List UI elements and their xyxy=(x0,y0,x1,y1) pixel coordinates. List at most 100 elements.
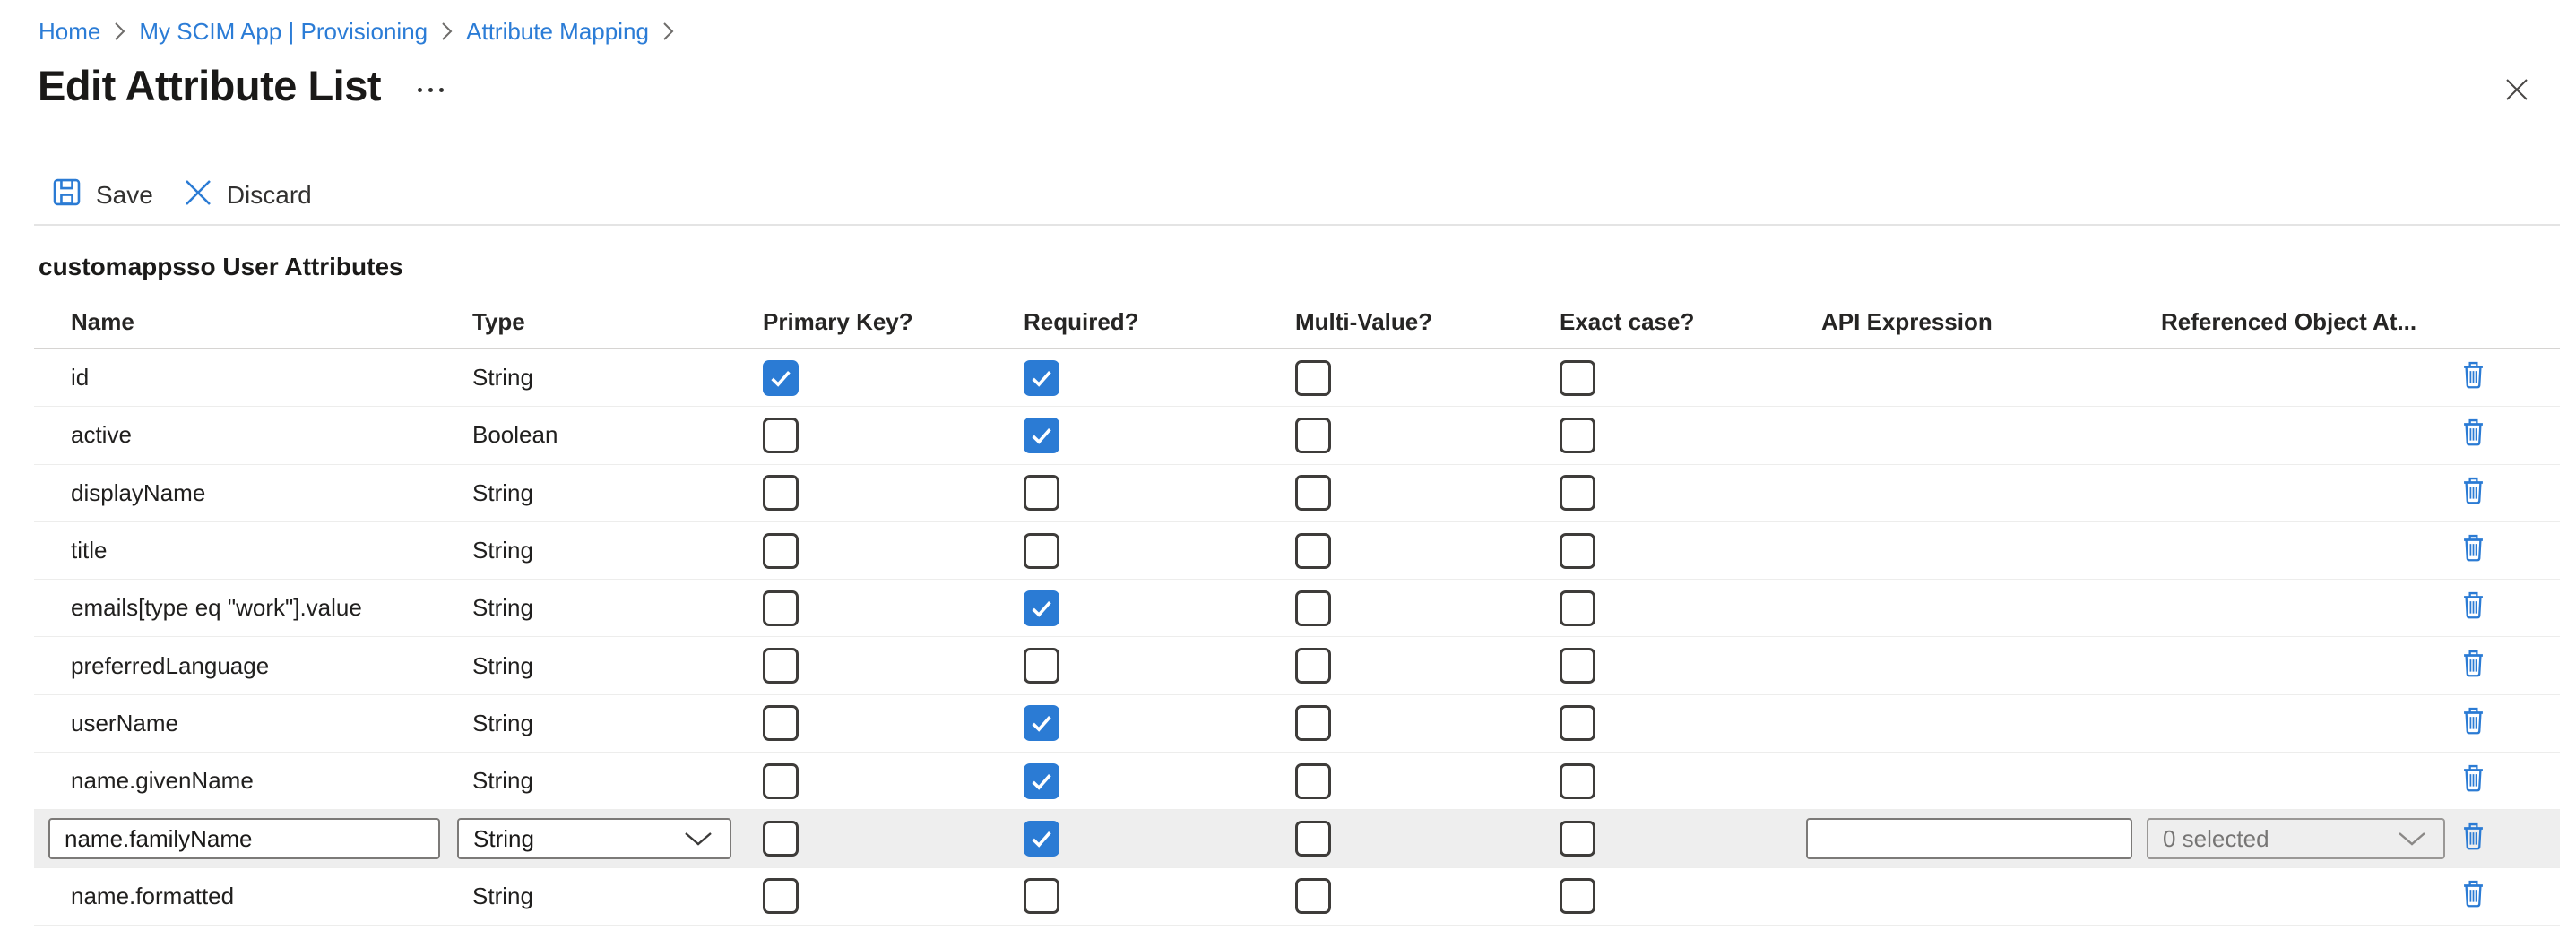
attribute-name: name.formatted xyxy=(71,883,472,910)
page-title: Edit Attribute List xyxy=(38,61,381,110)
exact-case-checkbox[interactable] xyxy=(1560,590,1595,626)
save-button[interactable]: Save xyxy=(52,177,153,213)
chevron-right-icon xyxy=(441,21,453,42)
primary-key-checkbox[interactable] xyxy=(763,705,799,741)
floppy-disk-icon xyxy=(52,177,82,213)
primary-key-checkbox[interactable] xyxy=(763,418,799,453)
breadcrumb-link-3[interactable]: Attribute Mapping xyxy=(466,18,649,46)
attribute-type: String xyxy=(472,767,763,795)
api-expression-input[interactable] xyxy=(1806,818,2132,859)
multi-value-checkbox[interactable] xyxy=(1295,533,1331,569)
breadcrumb-link-1[interactable]: Home xyxy=(39,18,100,46)
table-header-row: NameTypePrimary Key?Required?Multi-Value… xyxy=(34,297,2560,349)
primary-key-checkbox[interactable] xyxy=(763,821,799,857)
exact-case-checkbox[interactable] xyxy=(1560,533,1595,569)
delete-attribute-button[interactable] xyxy=(2461,819,2494,858)
multi-value-checkbox[interactable] xyxy=(1295,590,1331,626)
delete-attribute-button[interactable] xyxy=(2461,646,2494,685)
required-checkbox[interactable] xyxy=(1024,821,1059,857)
trash-icon xyxy=(2461,476,2485,511)
command-bar: Save Discard xyxy=(52,176,312,215)
primary-key-checkbox[interactable] xyxy=(763,648,799,684)
delete-attribute-button[interactable] xyxy=(2461,876,2494,916)
multi-value-checkbox[interactable] xyxy=(1295,475,1331,511)
exact-case-checkbox[interactable] xyxy=(1560,360,1595,396)
ellipsis-icon xyxy=(428,88,433,92)
required-checkbox[interactable] xyxy=(1024,705,1059,741)
discard-button[interactable]: Discard xyxy=(184,178,312,213)
required-checkbox[interactable] xyxy=(1024,418,1059,453)
attribute-name: displayName xyxy=(71,479,472,507)
multi-value-checkbox[interactable] xyxy=(1295,418,1331,453)
delete-attribute-button[interactable] xyxy=(2461,531,2494,571)
delete-attribute-button[interactable] xyxy=(2461,589,2494,628)
table-row: name.givenNameString xyxy=(34,753,2560,810)
required-checkbox[interactable] xyxy=(1024,360,1059,396)
delete-attribute-button[interactable] xyxy=(2461,473,2494,512)
multi-value-checkbox[interactable] xyxy=(1295,763,1331,799)
multi-value-checkbox[interactable] xyxy=(1295,360,1331,396)
primary-key-checkbox[interactable] xyxy=(763,475,799,511)
multi-value-checkbox[interactable] xyxy=(1295,648,1331,684)
trash-icon xyxy=(2461,418,2485,452)
required-checkbox[interactable] xyxy=(1024,648,1059,684)
toolbar-divider xyxy=(34,224,2560,226)
trash-icon xyxy=(2461,879,2485,914)
table-row: preferredLanguageString xyxy=(34,637,2560,694)
attribute-type-select[interactable]: String xyxy=(457,818,731,859)
delete-attribute-button[interactable] xyxy=(2461,703,2494,743)
table-row: String 0 selected xyxy=(34,810,2560,867)
required-checkbox[interactable] xyxy=(1024,878,1059,914)
attribute-name: title xyxy=(71,537,472,564)
column-header: Type xyxy=(472,308,763,348)
required-checkbox[interactable] xyxy=(1024,763,1059,799)
multi-value-checkbox[interactable] xyxy=(1295,705,1331,741)
primary-key-checkbox[interactable] xyxy=(763,878,799,914)
required-checkbox[interactable] xyxy=(1024,533,1059,569)
exact-case-checkbox[interactable] xyxy=(1560,878,1595,914)
trash-icon xyxy=(2461,822,2485,857)
ellipsis-icon xyxy=(418,88,422,92)
save-button-label: Save xyxy=(96,181,153,210)
delete-attribute-button[interactable] xyxy=(2461,416,2494,455)
attribute-type: String xyxy=(472,364,763,392)
ellipsis-icon xyxy=(439,88,444,92)
required-checkbox[interactable] xyxy=(1024,590,1059,626)
primary-key-checkbox[interactable] xyxy=(763,763,799,799)
primary-key-checkbox[interactable] xyxy=(763,360,799,396)
table-row: activeBoolean xyxy=(34,407,2560,464)
multi-value-checkbox[interactable] xyxy=(1295,821,1331,857)
multi-value-checkbox[interactable] xyxy=(1295,878,1331,914)
column-header: API Expression xyxy=(1821,308,2161,348)
chevron-right-icon xyxy=(114,21,125,42)
attributes-table: NameTypePrimary Key?Required?Multi-Value… xyxy=(34,297,2560,926)
attribute-name: preferredLanguage xyxy=(71,652,472,680)
table-row: emails[type eq "work"].valueString xyxy=(34,580,2560,637)
attribute-name-input[interactable] xyxy=(48,818,440,859)
chevron-down-icon xyxy=(2397,825,2427,853)
section-heading: customappsso User Attributes xyxy=(39,253,403,281)
delete-attribute-button[interactable] xyxy=(2461,358,2494,398)
close-icon xyxy=(2503,76,2530,108)
exact-case-checkbox[interactable] xyxy=(1560,648,1595,684)
attribute-type: String xyxy=(472,710,763,737)
primary-key-checkbox[interactable] xyxy=(763,590,799,626)
exact-case-checkbox[interactable] xyxy=(1560,418,1595,453)
x-icon xyxy=(184,178,212,213)
close-button[interactable] xyxy=(2501,75,2533,108)
exact-case-checkbox[interactable] xyxy=(1560,821,1595,857)
referenced-object-select[interactable]: 0 selected xyxy=(2147,818,2445,859)
attribute-type: String xyxy=(472,594,763,622)
attribute-type: String xyxy=(472,479,763,507)
attribute-type: String xyxy=(472,652,763,680)
exact-case-checkbox[interactable] xyxy=(1560,705,1595,741)
more-options-button[interactable] xyxy=(412,82,449,98)
required-checkbox[interactable] xyxy=(1024,475,1059,511)
column-header: Referenced Object At... xyxy=(2161,308,2461,348)
breadcrumb-link-2[interactable]: My SCIM App | Provisioning xyxy=(139,18,428,46)
exact-case-checkbox[interactable] xyxy=(1560,475,1595,511)
primary-key-checkbox[interactable] xyxy=(763,533,799,569)
attribute-type: String xyxy=(472,537,763,564)
exact-case-checkbox[interactable] xyxy=(1560,763,1595,799)
delete-attribute-button[interactable] xyxy=(2461,762,2494,801)
